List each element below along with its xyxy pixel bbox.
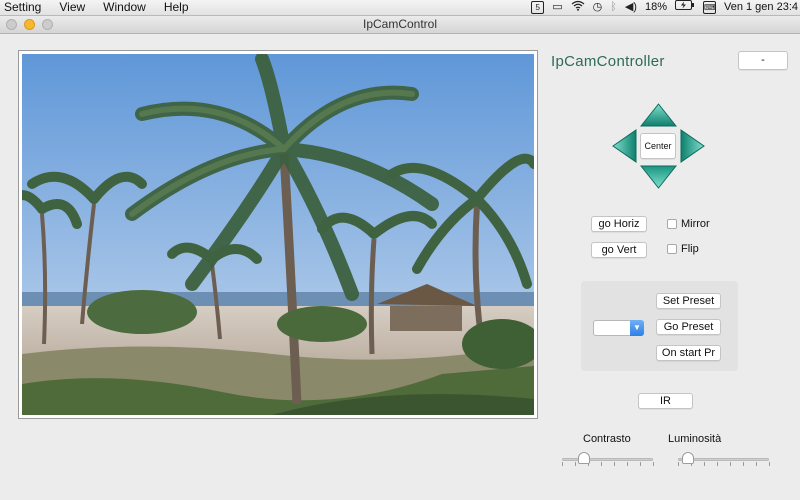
battery-icon[interactable] bbox=[674, 0, 695, 15]
contrasto-ticks bbox=[562, 462, 654, 466]
center-button[interactable]: Center bbox=[640, 133, 676, 159]
slider-tick bbox=[717, 462, 718, 466]
camera-view[interactable] bbox=[22, 54, 534, 415]
flip-label: Flip bbox=[681, 243, 699, 255]
app-title: IpCamController bbox=[551, 53, 665, 70]
go-horiz-button[interactable]: go Horiz bbox=[591, 216, 647, 232]
slider-tick bbox=[730, 462, 731, 466]
keyboard-input-icon[interactable]: ⌨ bbox=[702, 1, 716, 14]
preset-select[interactable]: ▼ bbox=[593, 320, 644, 336]
arrow-right-icon[interactable] bbox=[680, 129, 705, 163]
arrow-down-icon[interactable] bbox=[640, 165, 677, 189]
arrow-left-icon[interactable] bbox=[612, 129, 637, 163]
bluetooth-icon[interactable]: ᛒ bbox=[610, 0, 617, 15]
ir-button[interactable]: IR bbox=[638, 393, 693, 409]
slider-tick bbox=[743, 462, 744, 466]
luminosita-label: Luminosità bbox=[668, 433, 722, 445]
menu-bar: Setting View Window Help 5 ▭ ◷ ᛒ ◀) 18% … bbox=[0, 0, 800, 16]
wifi-icon[interactable] bbox=[571, 0, 585, 16]
luminosita-slider-thumb[interactable] bbox=[681, 452, 694, 464]
menu-window[interactable]: Window bbox=[94, 0, 155, 15]
sync-badge-icon[interactable]: 5 bbox=[531, 1, 545, 14]
contrasto-slider-thumb[interactable] bbox=[577, 452, 590, 464]
slider-tick bbox=[678, 462, 679, 466]
slider-tick bbox=[601, 462, 602, 466]
dash-button[interactable]: - bbox=[738, 51, 788, 70]
beach-camera-image bbox=[22, 54, 534, 415]
mirror-checkbox[interactable] bbox=[667, 219, 677, 229]
mirror-label: Mirror bbox=[681, 218, 710, 230]
go-preset-button[interactable]: Go Preset bbox=[656, 319, 721, 335]
volume-icon[interactable]: ◀) bbox=[625, 0, 637, 15]
battery-percent: 18% bbox=[644, 1, 667, 13]
slider-tick bbox=[769, 462, 770, 466]
on-start-preset-button[interactable]: On start Pr bbox=[656, 345, 721, 361]
slider-tick bbox=[640, 462, 641, 466]
set-preset-button[interactable]: Set Preset bbox=[656, 293, 721, 309]
time-machine-icon[interactable]: ◷ bbox=[593, 0, 603, 15]
menu-setting[interactable]: Setting bbox=[0, 0, 50, 15]
slider-tick bbox=[627, 462, 628, 466]
contrasto-slider-track[interactable] bbox=[562, 458, 653, 461]
flip-checkbox[interactable] bbox=[667, 244, 677, 254]
window-title: IpCamControl bbox=[362, 17, 438, 31]
slider-tick bbox=[614, 462, 615, 466]
slider-tick bbox=[756, 462, 757, 466]
camera-view-frame bbox=[18, 50, 538, 419]
arrow-up-icon[interactable] bbox=[640, 103, 677, 127]
status-area: 5 ▭ ◷ ᛒ ◀) 18% ⌨ Ven 1 gen 23:4 bbox=[531, 0, 800, 15]
contrasto-label: Contrasto bbox=[583, 433, 631, 445]
window-titlebar: IpCamControl bbox=[0, 16, 800, 34]
menu-clock[interactable]: Ven 1 gen 23:4 bbox=[724, 0, 798, 15]
airplay-icon[interactable]: ▭ bbox=[552, 0, 562, 15]
chevron-down-icon[interactable]: ▼ bbox=[630, 320, 644, 336]
menu-help[interactable]: Help bbox=[155, 0, 198, 15]
go-vert-button[interactable]: go Vert bbox=[591, 242, 647, 258]
slider-tick bbox=[704, 462, 705, 466]
menu-view[interactable]: View bbox=[50, 0, 94, 15]
slider-tick bbox=[653, 462, 654, 466]
slider-tick bbox=[575, 462, 576, 466]
slider-tick bbox=[562, 462, 563, 466]
